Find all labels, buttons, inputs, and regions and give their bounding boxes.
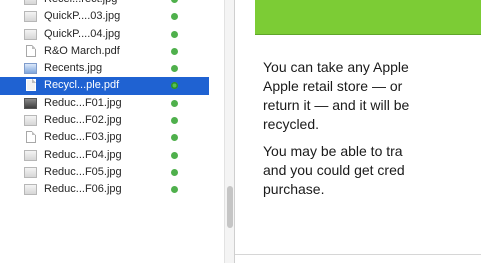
file-name: R&O March.pdf <box>44 44 120 57</box>
green-tag-dot-icon <box>171 186 178 194</box>
image-file-icon <box>24 97 37 109</box>
file-name: Reduc...F02.jpg <box>44 114 122 127</box>
image-file-icon <box>24 115 37 127</box>
green-tag-dot-icon <box>171 134 178 142</box>
file-name: Reduc...F06.jpg <box>44 183 122 196</box>
file-name: Reduc...F04.jpg <box>44 148 122 161</box>
file-row[interactable]: Reduc...F02.jpg <box>0 112 209 129</box>
green-tag-dot-icon <box>171 47 178 55</box>
file-name: QuickP....03.jpg <box>44 10 121 23</box>
file-name: Reduc...F01.jpg <box>44 96 122 109</box>
file-row[interactable]: Reduc...F04.jpg <box>0 147 209 164</box>
file-name: QuickP....04.jpg <box>44 27 121 40</box>
file-row[interactable]: QuickP....04.jpg <box>0 26 209 43</box>
preview-bottom-border <box>235 254 481 255</box>
file-row[interactable]: Reduc...F06.jpg <box>0 181 209 198</box>
green-tag-dot-icon <box>171 65 178 73</box>
image-file-icon <box>24 149 37 161</box>
green-tag-dot-icon <box>171 13 178 21</box>
green-tag-dot-icon <box>171 151 178 159</box>
green-tag-dot-icon <box>171 30 178 38</box>
scrollbar-thumb[interactable] <box>227 186 233 228</box>
file-list-pane: Recei...rect.jpg QuickP....03.jpg QuickP..… <box>0 0 209 263</box>
preview-text-line: You can take any Apple <box>263 59 409 75</box>
green-tag-dot-icon <box>171 0 178 3</box>
green-tag-dot-icon <box>171 82 178 90</box>
green-tag-dot-icon <box>171 117 178 125</box>
image-file-icon <box>24 184 37 196</box>
green-tag-dot-icon <box>171 99 178 107</box>
file-name: Recents.jpg <box>44 62 103 75</box>
preview-text-line: You may be able to tra <box>263 143 403 159</box>
preview-text-line: and you could get cred <box>263 162 405 178</box>
file-row[interactable]: Reduc...F05.jpg <box>0 164 209 181</box>
file-name: Reduc...F03.jpg <box>44 131 122 144</box>
preview-text-line: return it — and it will be <box>263 97 410 113</box>
image-file-icon <box>24 11 37 23</box>
image-file-icon <box>24 63 37 75</box>
pdf-file-icon <box>26 131 36 144</box>
file-row[interactable]: QuickP....03.jpg <box>0 8 209 25</box>
preview-paragraph-2: You may be able to tra and you could get… <box>263 142 481 199</box>
pdf-file-icon <box>26 44 36 57</box>
green-banner <box>255 0 481 34</box>
document-preview: You can take any Apple Apple retail stor… <box>235 0 481 263</box>
file-name: Reduc...F05.jpg <box>44 165 122 178</box>
banner-rule <box>255 34 481 35</box>
file-name: Recycl...ple.pdf <box>44 79 120 92</box>
file-name: Recei...rect.jpg <box>44 0 117 5</box>
preview-paragraph-1: You can take any Apple Apple retail stor… <box>263 58 481 134</box>
file-row[interactable]: Recei...rect.jpg <box>0 0 209 8</box>
image-file-icon <box>24 28 37 40</box>
image-file-icon <box>24 0 37 5</box>
file-row[interactable]: Reduc...F03.jpg <box>0 129 209 146</box>
preview-text-line: Apple retail store — or <box>263 78 403 94</box>
green-tag-dot-icon <box>171 168 178 176</box>
file-row[interactable]: Reduc...F01.jpg <box>0 95 209 112</box>
file-row[interactable]: Recycl...ple.pdf <box>0 77 209 95</box>
image-file-icon <box>24 166 37 178</box>
preview-text-line: purchase. <box>263 181 325 197</box>
file-list: Recei...rect.jpg QuickP....03.jpg QuickP..… <box>0 0 209 199</box>
file-row[interactable]: R&O March.pdf <box>0 43 209 60</box>
pdf-file-icon <box>26 79 36 92</box>
file-row[interactable]: Recents.jpg <box>0 60 209 77</box>
preview-text-line: recycled. <box>263 116 320 132</box>
